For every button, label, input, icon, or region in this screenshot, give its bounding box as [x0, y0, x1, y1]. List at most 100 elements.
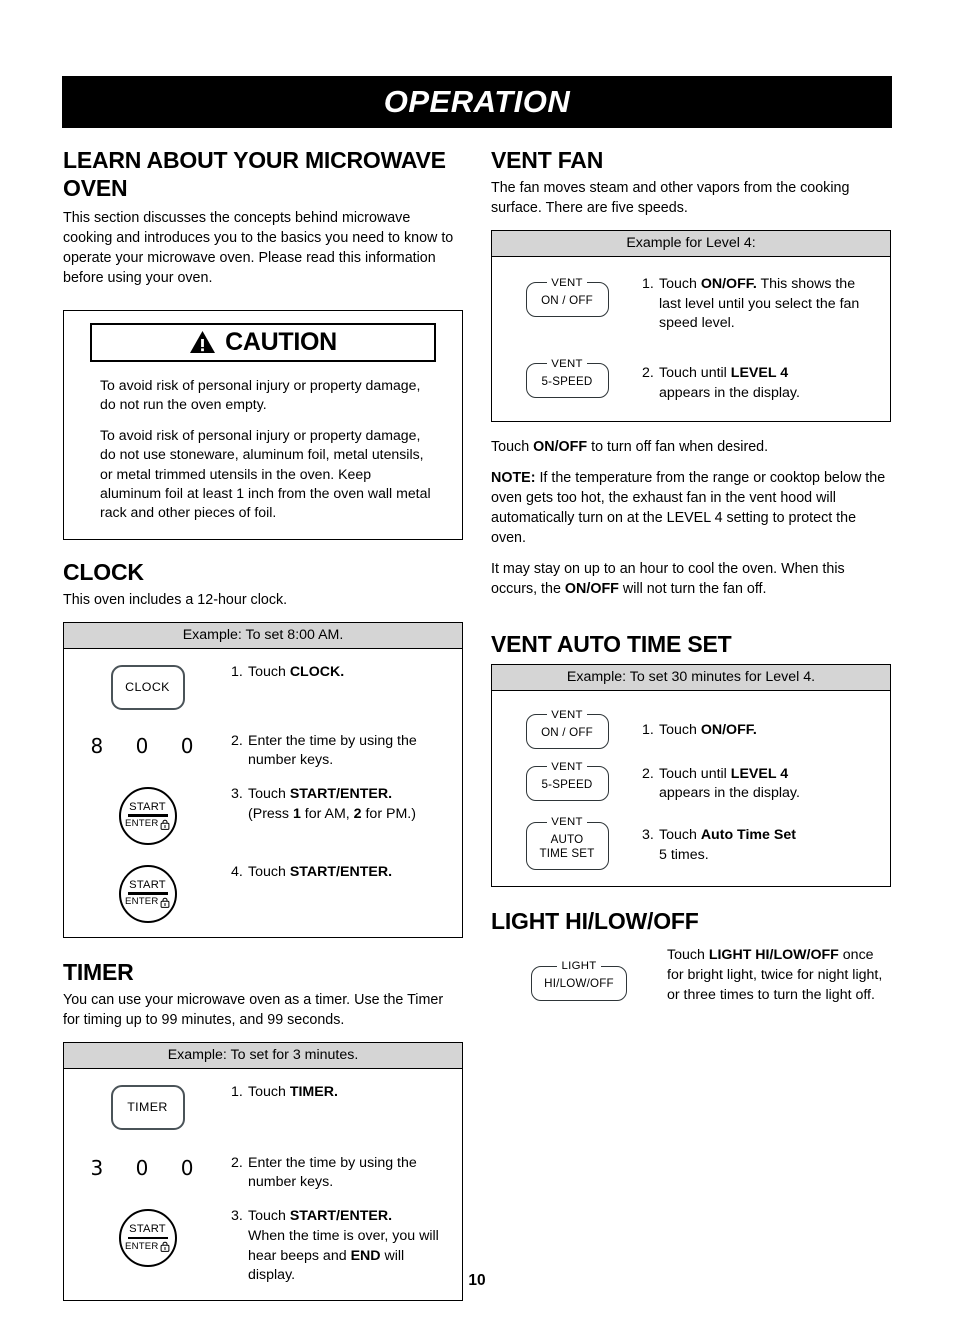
- vent-5-speed-key-label: 5-SPEED: [541, 777, 593, 791]
- left-column: LEARN ABOUT YOUR MICROWAVE OVEN This sec…: [63, 146, 463, 1302]
- vent-fan-note-3: It may stay on up to an hour to cool the…: [491, 560, 891, 600]
- clock-step-3-text: 3. Touch START/ENTER. (Press 1 for AM, 2…: [231, 785, 462, 824]
- light-text-before: Touch: [667, 947, 709, 964]
- vent-auto-time-set-heading: VENT AUTO TIME SET: [491, 631, 732, 658]
- light-description: Touch LIGHT HI/LOW/OFF once for bright l…: [667, 946, 891, 1005]
- step-text-before: Enter the time by using the number keys.: [248, 732, 417, 769]
- vent-auto-example-body: VENT ON / OFF 1. Touch ON/OFF. VENT 5-SP…: [492, 691, 890, 887]
- vent-auto-step-2: VENT 5-SPEED 2. Touch until LEVEL 4 appe…: [492, 759, 890, 804]
- vent-5-speed-key[interactable]: VENT 5-SPEED: [525, 760, 609, 801]
- note-1-after: to turn off fan when desired.: [587, 439, 769, 456]
- vent-fan-step-1-key-cell: VENT ON / OFF: [492, 275, 642, 317]
- vent-auto-example-header: Example: To set 30 minutes for Level 4.: [492, 664, 890, 691]
- caution-label: CAUTION: [225, 327, 337, 356]
- step-text-before: Touch: [659, 721, 701, 738]
- step-text-bold: TIMER.: [289, 1083, 338, 1100]
- clock-example-body: CLOCK 1. Touch CLOCK. 8 0 0 2. Enter the…: [64, 649, 462, 937]
- clock-step-4-text: 4. Touch START/ENTER.: [231, 863, 462, 883]
- clock-step-1: CLOCK 1. Touch CLOCK.: [64, 663, 462, 710]
- caution-banner: CAUTION: [90, 322, 436, 362]
- vent-on-off-key[interactable]: VENT ON / OFF: [525, 708, 609, 749]
- step-number: 1.: [231, 663, 243, 680]
- clock-intro: This oven includes a 12-hour clock.: [63, 591, 288, 608]
- page-title: OPERATION: [383, 84, 571, 119]
- clock-step-2-key-cell: 8 0 0: [64, 732, 231, 758]
- vent-fan-step-2: VENT 5-SPEED 2. Touch until LEVEL 4 appe…: [492, 356, 890, 403]
- step-text-before: Touch: [248, 1083, 290, 1100]
- vent-on-off-key[interactable]: VENT ON / OFF: [525, 276, 609, 317]
- step-text-before: Touch: [659, 827, 701, 844]
- step-number: 2.: [231, 732, 243, 749]
- vent-fan-step-2-text: 2. Touch until LEVEL 4 appears in the di…: [642, 356, 890, 403]
- step-text-before: Touch: [248, 785, 290, 802]
- note-2-bold: NOTE:: [491, 470, 536, 487]
- step-number: 1.: [642, 721, 654, 738]
- caution-paragraph-2: To avoid risk of personal injury or prop…: [100, 427, 431, 521]
- start-enter-key[interactable]: START ENTER: [118, 1209, 177, 1268]
- lock-icon: [160, 897, 170, 908]
- vent-on-off-key-label: ON / OFF: [541, 725, 593, 739]
- vent-auto-step-2-key-cell: VENT 5-SPEED: [492, 759, 642, 801]
- clock-heading: CLOCK: [63, 558, 144, 585]
- step-text-before: Touch: [659, 275, 701, 292]
- step-text-before: Touch until: [659, 364, 731, 381]
- start-enter-key[interactable]: START ENTER: [118, 864, 177, 923]
- vent-fan-intro: The fan moves steam and other vapors fro…: [491, 180, 850, 216]
- vent-auto-step-3-text: 3. Touch Auto Time Set 5 times.: [642, 814, 890, 865]
- vent-fan-example-table: Example for Level 4: VENT ON / OFF 1. To…: [491, 229, 891, 423]
- light-hi-low-off-key[interactable]: LIGHT HI/LOW/OFF: [531, 960, 627, 1001]
- vent-auto-time-set-key[interactable]: VENT AUTO TIME SET: [525, 816, 609, 871]
- vent-fan-step-2-key-cell: VENT 5-SPEED: [492, 356, 642, 399]
- timer-step-2-key-cell: 3 0 0: [64, 1154, 231, 1180]
- warning-triangle-icon: [189, 330, 216, 354]
- clock-key-label: CLOCK: [125, 680, 170, 695]
- timer-example-header: Example: To set for 3 minutes.: [64, 1042, 462, 1069]
- vent-fan-step-1: VENT ON / OFF 1. Touch ON/OFF. This show…: [492, 275, 890, 334]
- timer-step-1-text: 1. Touch TIMER.: [231, 1083, 462, 1103]
- vent-auto-step-3-key-cell: VENT AUTO TIME SET: [492, 814, 642, 871]
- clock-step-3-key-cell: START ENTER: [64, 785, 231, 845]
- timer-key[interactable]: TIMER: [110, 1084, 185, 1130]
- start-enter-key-bottom-label: ENTER: [125, 1239, 170, 1252]
- vent-5-speed-key[interactable]: VENT 5-SPEED: [525, 357, 609, 399]
- light-key-label: HI/LOW/OFF: [544, 977, 614, 991]
- page-number: 10: [468, 1272, 486, 1289]
- learn-about-heading: LEARN ABOUT YOUR MICROWAVE OVEN: [63, 147, 446, 202]
- step-text-bold: CLOCK.: [289, 663, 345, 680]
- vent-fan-example-body: VENT ON / OFF 1. Touch ON/OFF. This show…: [492, 257, 890, 422]
- caution-box: CAUTION To avoid risk of personal injury…: [63, 309, 463, 540]
- right-column: VENT FAN The fan moves steam and other v…: [491, 146, 891, 1006]
- timer-example-body: TIMER 1. Touch TIMER. 3 0 0 2. Enter the…: [64, 1069, 462, 1300]
- clock-step-2-text: 2. Enter the time by using the number ke…: [231, 732, 462, 771]
- step-text-before: Enter the time by using the number keys.: [248, 1154, 417, 1191]
- step-number: 2.: [642, 765, 654, 782]
- clock-example-header: Example: To set 8:00 AM.: [64, 622, 462, 649]
- light-key-legend: LIGHT: [561, 960, 597, 973]
- vent-on-off-key-legend: VENT: [551, 708, 583, 721]
- step-number: 2.: [642, 364, 654, 381]
- clock-example-table: Example: To set 8:00 AM. CLOCK 1. Touch …: [63, 621, 463, 938]
- step-text-before: Touch: [248, 863, 290, 880]
- vent-fan-note-2: NOTE: If the temperature from the range …: [491, 469, 891, 548]
- step-text-bold: LEVEL 4: [730, 765, 789, 782]
- lock-icon: [160, 819, 170, 830]
- step-text-before: Touch: [248, 1208, 290, 1225]
- start-enter-key[interactable]: START ENTER: [118, 786, 177, 845]
- clock-step-4: START ENTER 4. Touch START/ENTER.: [64, 863, 462, 923]
- vent-fan-note-1: Touch ON/OFF to turn off fan when desire…: [491, 438, 891, 458]
- timer-step-2-text: 2. Enter the time by using the number ke…: [231, 1154, 462, 1193]
- clock-key[interactable]: CLOCK: [110, 664, 185, 710]
- light-text-bold: LIGHT HI/LOW/OFF: [708, 947, 839, 964]
- timer-step-1: TIMER 1. Touch TIMER.: [64, 1083, 462, 1130]
- step-number: 4.: [231, 863, 243, 880]
- vent-auto-time-set-key-legend: VENT: [551, 816, 583, 829]
- step-number: 3.: [231, 785, 243, 802]
- step-number: 3.: [642, 827, 654, 844]
- clock-step-4-key-cell: START ENTER: [64, 863, 231, 923]
- start-enter-key-bottom-label: ENTER: [125, 895, 170, 908]
- step-text-bold: LEVEL 4: [730, 364, 789, 381]
- light-key-cell: LIGHT HI/LOW/OFF: [491, 946, 667, 1001]
- step-text-after: 5 times.: [659, 846, 709, 863]
- start-enter-key-top-label: START: [129, 801, 166, 814]
- clock-step-1-text: 1. Touch CLOCK.: [231, 663, 462, 683]
